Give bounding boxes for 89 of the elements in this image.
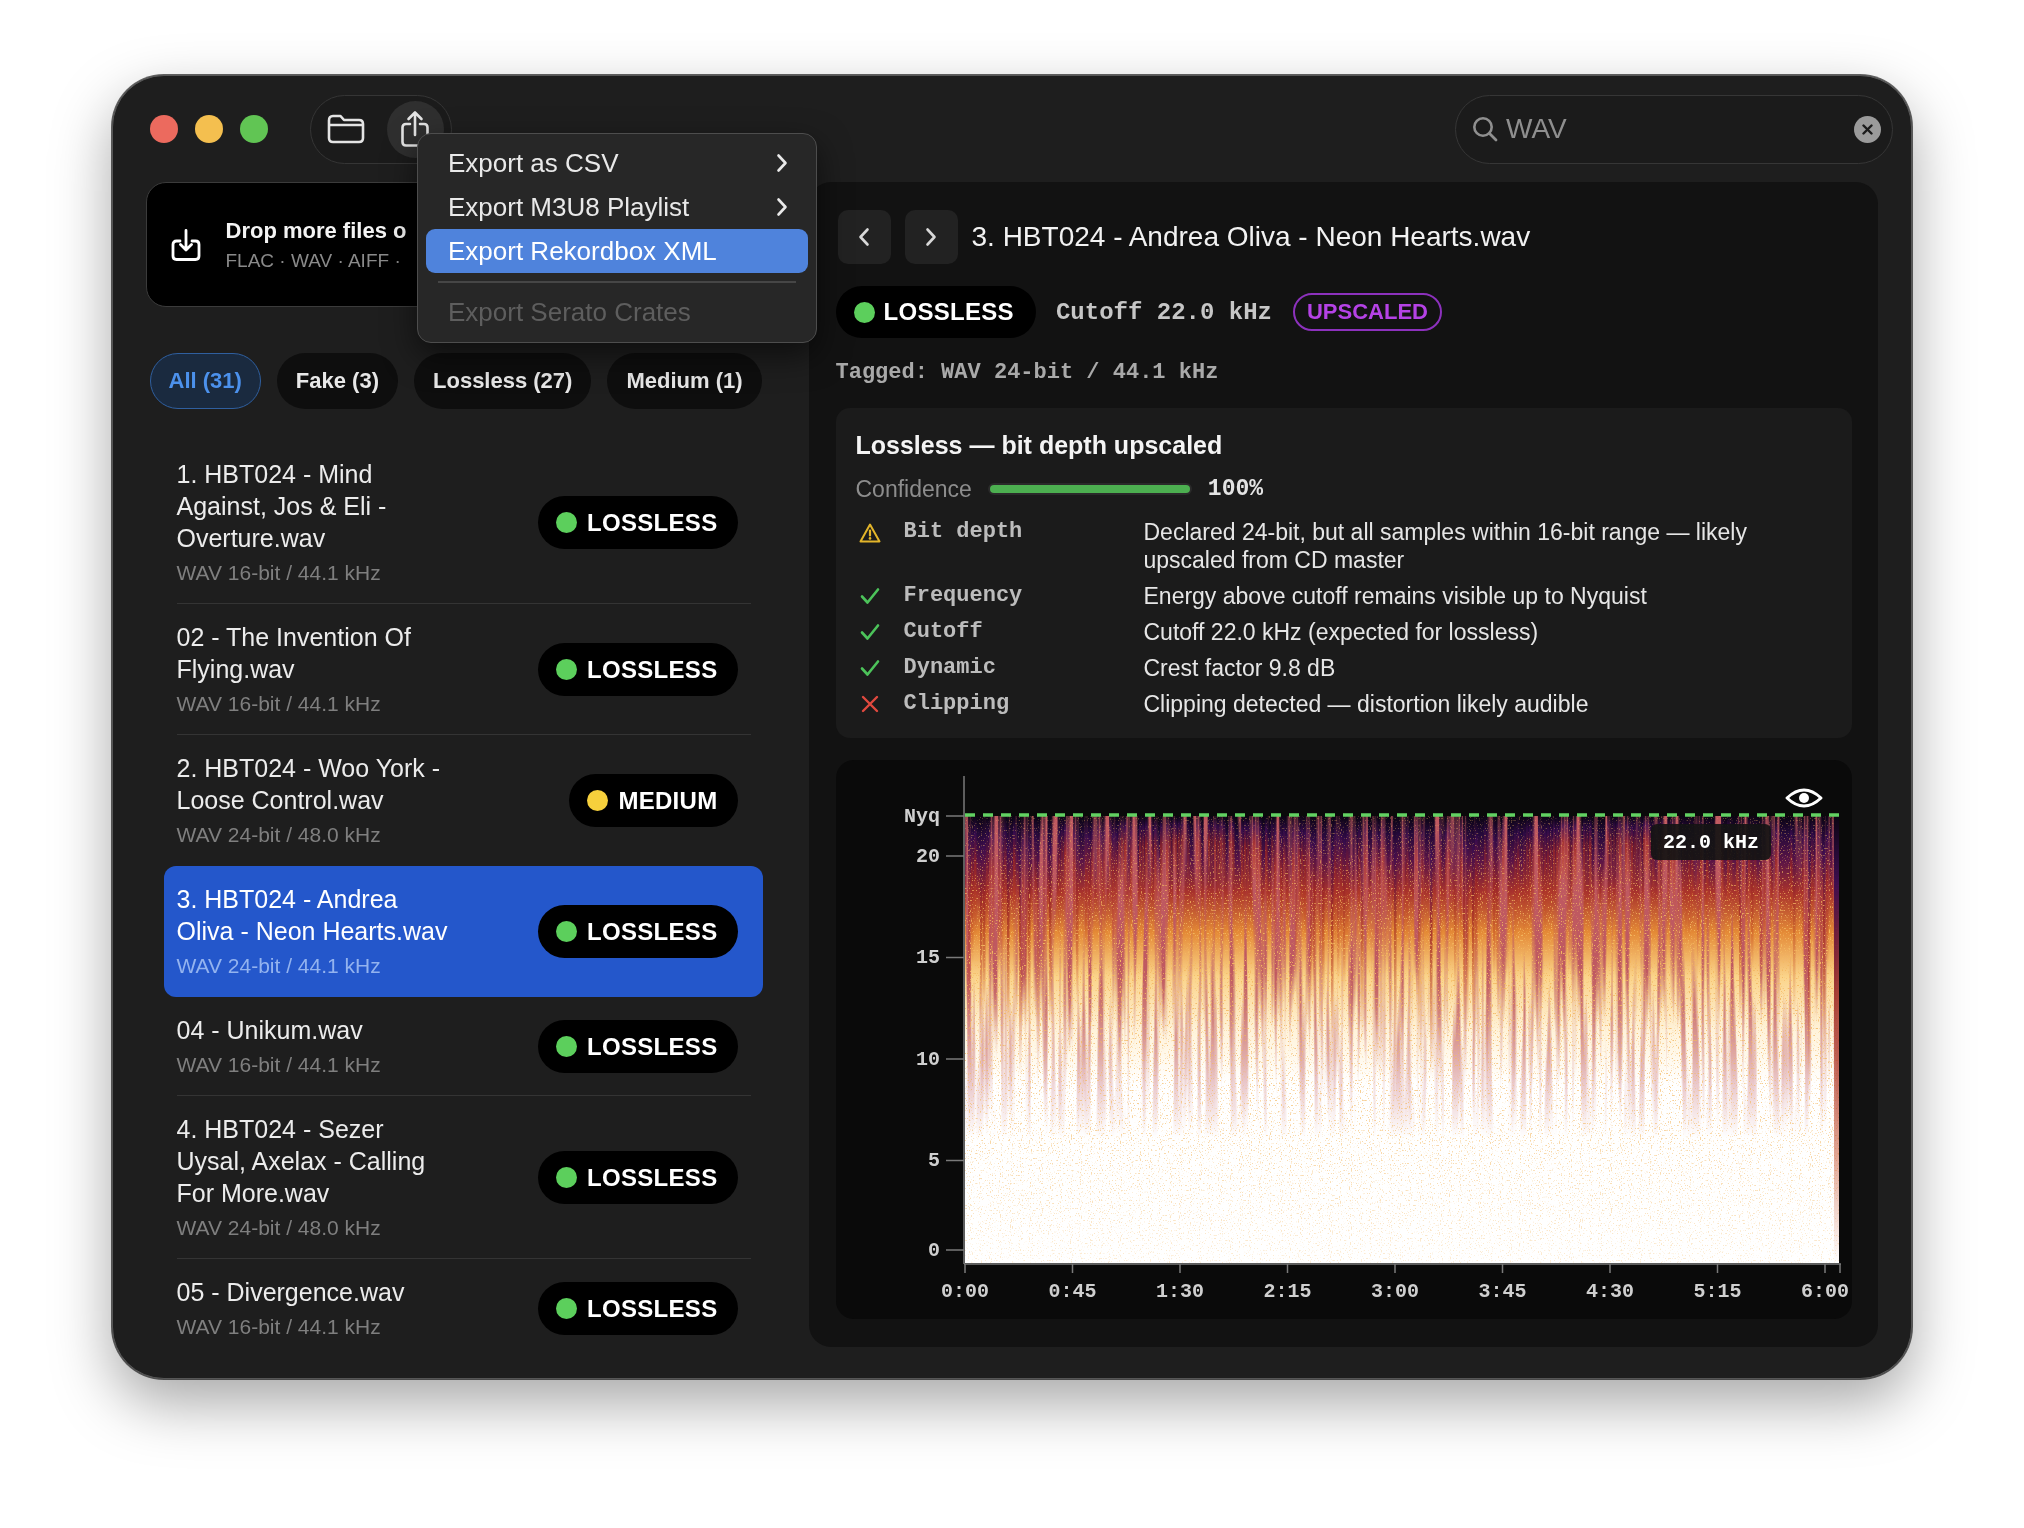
filter-tab[interactable]: Medium (1) — [607, 353, 762, 409]
check-name: Frequency — [903, 582, 1024, 610]
verdict-label: LOSSLESS — [587, 1032, 718, 1061]
window-zoom-icon[interactable] — [239, 115, 268, 143]
cross-icon — [860, 695, 879, 713]
verdict-label: LOSSLESS — [587, 508, 718, 537]
file-name: 04 - Unikum.wav — [176, 1015, 364, 1046]
y-axis-label: 10 — [915, 1047, 940, 1071]
file-row[interactable]: 04 - Unikum.wav WAV 16-bit / 44.1 kHz LOSSLESS — [163, 997, 763, 1096]
menu-item[interactable]: Export M3U8 Playlist — [426, 185, 808, 229]
file-name: 02 - The Invention Of Flying.wav — [176, 622, 412, 685]
menu-item[interactable]: Export as CSV — [426, 141, 808, 185]
x-axis-label: 4:30 — [1585, 1279, 1634, 1303]
cutoff-text: Cutoff 22.0 kHz — [1055, 298, 1272, 326]
file-row[interactable]: 02 - The Invention Of Flying.wav WAV 16-bit / 44.1 kHz LOSSLESS — [163, 604, 763, 735]
x-axis-label: 3:00 — [1370, 1279, 1419, 1303]
check-name: Clipping — [903, 690, 1011, 718]
file-name: 3. HBT024 - Andrea Oliva - Neon Hearts.wav — [176, 884, 449, 947]
check-name: Cutoff — [903, 618, 984, 646]
search-icon — [1472, 116, 1498, 142]
verdict-label: LOSSLESS — [587, 917, 718, 946]
x-axis-label: 3:45 — [1478, 1279, 1526, 1303]
x-axis-label: 5:15 — [1693, 1279, 1741, 1303]
drop-zone-title: Drop more files o — [225, 216, 407, 245]
file-name: 4. HBT024 - Sezer Uysal, Axelax - Calling For More.wav — [176, 1114, 427, 1209]
file-format: WAV 24-bit / 48.0 kHz — [176, 822, 381, 848]
file-row[interactable]: 2. HBT024 - Woo York - Loose Control.wav WAV 24-bit / 48.0 kHz MEDIUM — [163, 735, 763, 866]
x-axis-label: 0:00 — [940, 1279, 989, 1303]
close-icon — [1862, 123, 1873, 135]
file-format: WAV 24-bit / 44.1 kHz — [176, 953, 381, 979]
filter-tab[interactable]: All (31) — [149, 353, 261, 409]
search-field[interactable]: WAV — [1455, 94, 1893, 164]
verdict-label: LOSSLESS — [587, 1294, 718, 1323]
analysis-title: Lossless — bit depth upscaled — [855, 430, 1223, 460]
x-axis-label: 2:15 — [1263, 1279, 1311, 1303]
warning-icon — [858, 523, 881, 543]
download-tray-icon — [169, 227, 202, 262]
filter-tab[interactable]: Lossless (27) — [414, 353, 592, 409]
check-name: Dynamic — [903, 654, 997, 682]
file-format: WAV 16-bit / 44.1 kHz — [176, 1314, 381, 1340]
file-row[interactable]: 4. HBT024 - Sezer Uysal, Axelax - Calling For More.wav WAV 24-bit / 48.0 kHz LOSSLESS — [163, 1096, 763, 1259]
check-icon — [859, 659, 880, 677]
check-description: Crest factor 9.8 dB — [1143, 654, 1337, 682]
menu-item[interactable]: Export Rekordbox XML — [426, 229, 808, 273]
file-format: WAV 16-bit / 44.1 kHz — [176, 691, 381, 717]
file-name: 1. HBT024 - Mind Against, Jos & Eli - Overture.wav — [176, 459, 388, 554]
check-icon — [859, 587, 880, 605]
folder-icon — [327, 114, 365, 144]
check-description: Declared 24-bit, but all samples within 16-bit range — likely upscaled from CD master — [1143, 518, 1748, 574]
y-axis-label: 20 — [915, 844, 940, 868]
y-axis-label: 0 — [927, 1238, 940, 1262]
window-minimize-icon[interactable] — [194, 115, 223, 143]
verdict-label: MEDIUM — [618, 786, 718, 815]
verdict-label: LOSSLESS — [883, 298, 1014, 326]
upscaled-tag: UPSCALED — [1293, 293, 1442, 331]
check-name: Bit depth — [903, 518, 1024, 546]
cutoff-marker-label: 22.0 kHz — [1650, 824, 1771, 860]
eye-icon[interactable] — [1785, 788, 1822, 808]
file-format: WAV 24-bit / 48.0 kHz — [176, 1215, 381, 1241]
supported-formats-text: FLAC · WAV · AIFF · — [225, 248, 401, 273]
check-icon — [859, 623, 880, 641]
check-description: Clipping detected — distortion likely audible — [1143, 690, 1590, 718]
filter-tab[interactable]: Fake (3) — [276, 353, 398, 409]
track-title: 3. HBT024 - Andrea Oliva - Neon Hearts.wav — [971, 220, 1531, 254]
file-row[interactable]: 3. HBT024 - Andrea Oliva - Neon Hearts.wav WAV 24-bit / 44.1 kHz LOSSLESS — [163, 866, 763, 997]
x-axis-label: 1:30 — [1155, 1279, 1204, 1303]
y-axis-label: 15 — [915, 946, 940, 969]
file-format: WAV 16-bit / 44.1 kHz — [176, 1052, 381, 1078]
previous-button[interactable] — [837, 210, 891, 264]
x-axis-label: 0:45 — [1048, 1279, 1096, 1303]
y-axis-label: 5 — [927, 1149, 940, 1172]
file-format: WAV 16-bit / 44.1 kHz — [176, 560, 381, 586]
tagged-format-text: Tagged: WAV 24-bit / 44.1 kHz — [835, 359, 1219, 387]
chevron-left-icon — [858, 227, 870, 247]
check-description: Cutoff 22.0 kHz (expected for lossless) — [1143, 618, 1540, 646]
file-name: 05 - Divergence.wav — [176, 1277, 406, 1308]
window-close-icon[interactable] — [149, 115, 178, 143]
confidence-value: 100% — [1207, 476, 1264, 502]
confidence-label: Confidence — [855, 475, 972, 503]
verdict-label: LOSSLESS — [587, 1163, 718, 1192]
check-description: Energy above cutoff remains visible up to Nyquist — [1143, 582, 1648, 610]
verdict-label: LOSSLESS — [587, 655, 718, 684]
chevron-right-icon — [925, 227, 937, 247]
file-row[interactable]: 05 - Divergence.wav WAV 16-bit / 44.1 kHz LOSSLESS — [163, 1259, 763, 1347]
next-button[interactable] — [904, 210, 958, 264]
file-name: 2. HBT024 - Woo York - Loose Control.wav — [176, 753, 442, 816]
x-axis-label: 6:00 — [1800, 1279, 1849, 1303]
file-row[interactable]: 1. HBT024 - Mind Against, Jos & Eli - Overture.wav WAV 16-bit / 44.1 kHz LOSSLESS — [163, 441, 763, 604]
y-axis-label: Nyq — [903, 804, 940, 828]
